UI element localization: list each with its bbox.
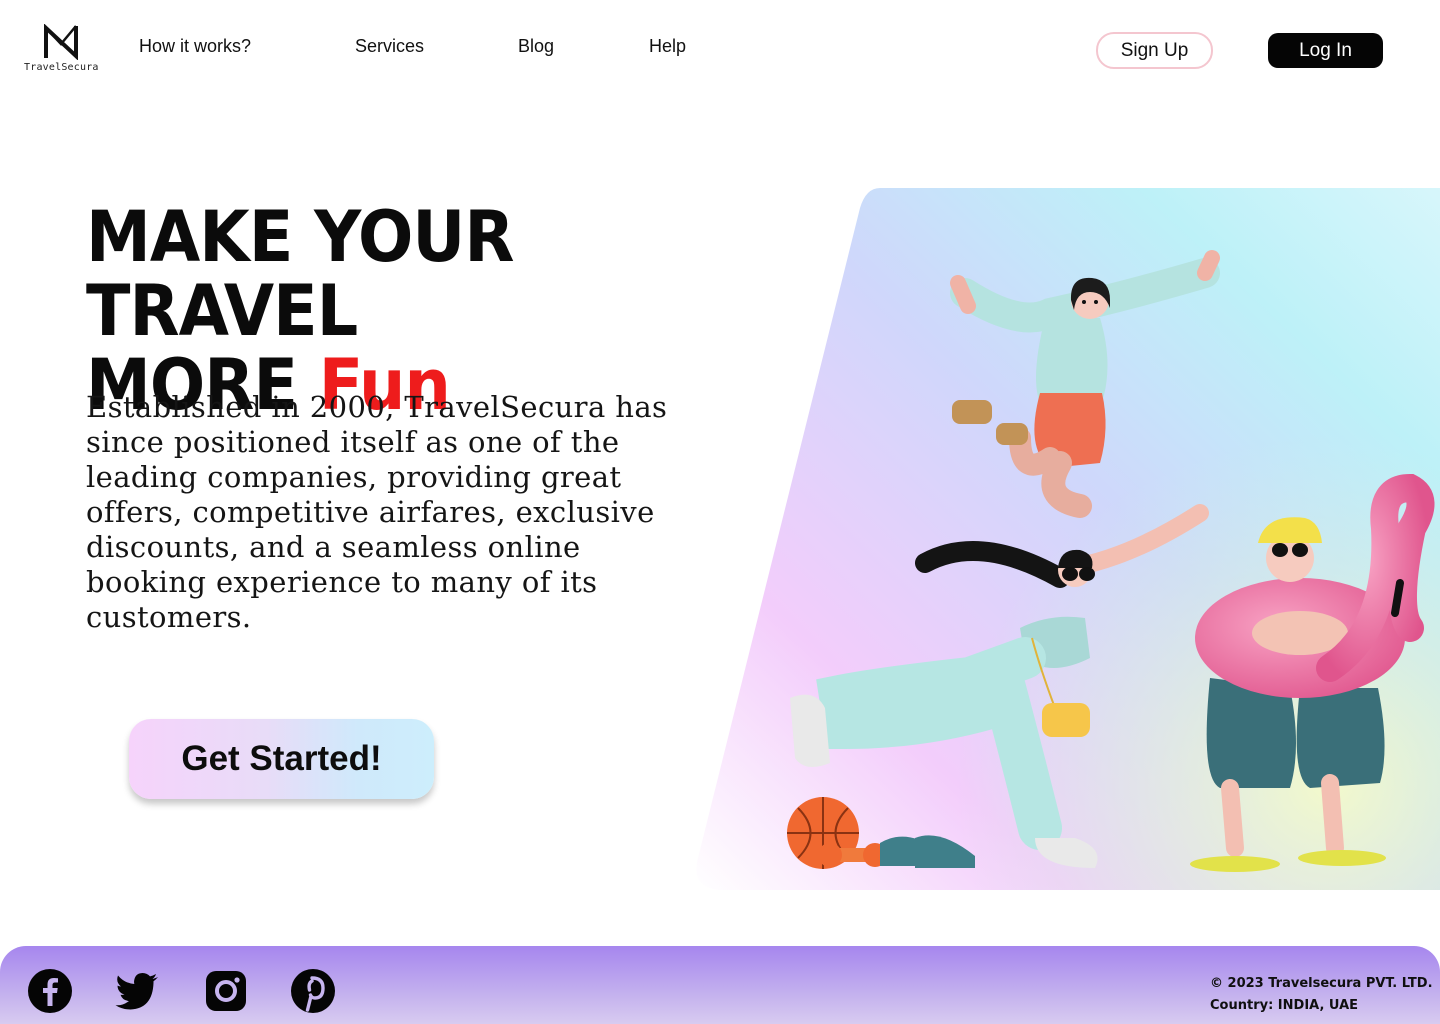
hero-title: Make your travel More Fun [86, 200, 737, 422]
footer-info: © 2023 Travelsecura PVT. LTD. Country: I… [1210, 973, 1433, 1017]
nav-services[interactable]: Services [355, 36, 424, 57]
copyright-text: © 2023 Travelsecura PVT. LTD. [1210, 976, 1433, 991]
facebook-icon[interactable] [27, 968, 73, 1014]
logo-mark-icon [44, 24, 78, 60]
log-in-button[interactable]: Log In [1268, 33, 1383, 68]
nav-help[interactable]: Help [649, 36, 686, 57]
twitter-icon[interactable] [114, 968, 160, 1014]
hero-title-line1: Make your travel [86, 196, 514, 352]
sign-up-button[interactable]: Sign Up [1096, 32, 1213, 69]
pinterest-icon[interactable] [290, 968, 336, 1014]
landing-page: TravelSecura How it works? Services Blog… [0, 0, 1440, 1024]
nav-blog[interactable]: Blog [518, 36, 554, 57]
logo-text: TravelSecura [24, 62, 99, 73]
instagram-icon[interactable] [203, 968, 249, 1014]
brand-logo[interactable]: TravelSecura [24, 24, 98, 73]
hero-description: Established in 2000, TravelSecura has si… [86, 390, 668, 634]
hero-illustration [696, 188, 1440, 890]
get-started-button[interactable]: Get Started! [129, 719, 434, 799]
country-text: Country: INDIA, UAE [1210, 998, 1359, 1013]
nav-how-it-works[interactable]: How it works? [139, 36, 251, 57]
